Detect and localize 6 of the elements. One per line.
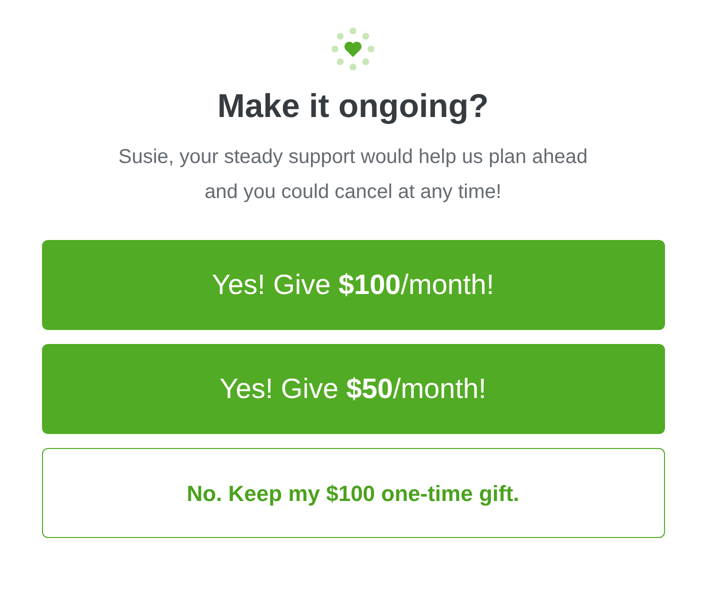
heart-icon [330, 26, 376, 72]
monthly-gift-button[interactable]: Yes! Give $100/month! [42, 240, 664, 330]
one-time-gift-button[interactable]: No. Keep my $100 one-time gift. [42, 448, 664, 538]
monthly-gift-button[interactable]: Yes! Give $50/month! [42, 344, 664, 434]
dialog-message: Susie, your steady support would help us plan ahead and you could cancel at any time! [117, 145, 589, 205]
dialog-title: Make it ongoing? [217, 86, 489, 126]
